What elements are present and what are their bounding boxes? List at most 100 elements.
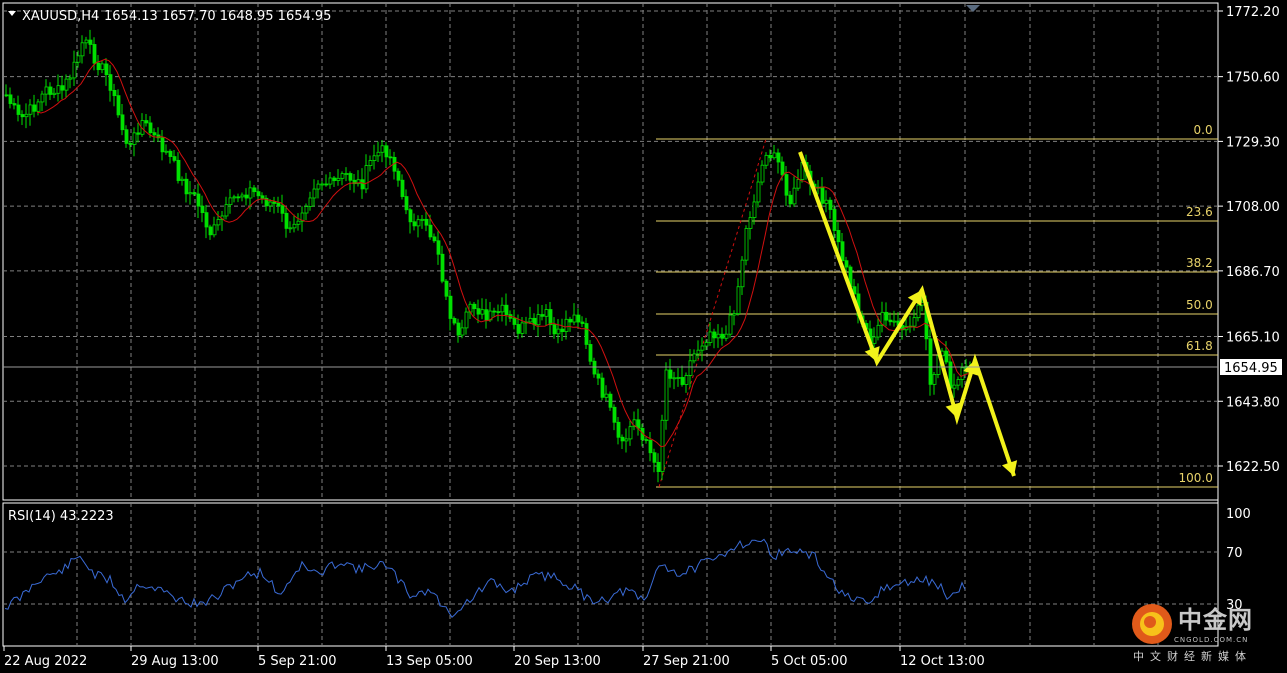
- candle-body: [212, 224, 217, 236]
- price-axis: 1772.20 1750.60 1729.30 1708.00 1686.70 1665.…: [1218, 5, 1280, 475]
- candle-body: [736, 286, 741, 315]
- candle-body: [888, 319, 893, 323]
- candle-body: [340, 173, 345, 179]
- candle-body: [952, 384, 957, 389]
- candle-body: [588, 344, 593, 362]
- candle-body: [192, 192, 197, 195]
- candle-body: [304, 206, 309, 214]
- candle-body: [292, 223, 297, 229]
- current-price-label: 1654.95: [1224, 361, 1278, 376]
- price-tick-label: 1622.50: [1226, 460, 1280, 475]
- fib-level-label: 61.8: [1186, 339, 1213, 353]
- price-tick-label: 1708.00: [1226, 200, 1280, 215]
- brand-tagline: 中文财经新媒体: [1133, 650, 1252, 663]
- candle-body: [624, 438, 629, 442]
- candle-body: [20, 114, 25, 118]
- candle-body: [328, 177, 333, 185]
- candle-body: [444, 280, 449, 297]
- candle-body: [700, 345, 705, 351]
- candle-body: [32, 104, 37, 112]
- candle-body: [36, 101, 41, 112]
- candle-body: [288, 227, 293, 230]
- candle-body: [44, 86, 49, 95]
- candle-body: [52, 92, 57, 95]
- candle-body: [368, 160, 373, 166]
- candle-body: [436, 240, 441, 255]
- fib-level-label: 23.6: [1186, 205, 1213, 219]
- candle-body: [364, 165, 369, 190]
- candle-body: [512, 317, 517, 325]
- candle-body: [928, 338, 933, 385]
- candle-body: [144, 120, 149, 124]
- triangle-down-icon[interactable]: [8, 11, 16, 16]
- candle-body: [124, 129, 129, 144]
- candle-body: [320, 183, 325, 186]
- candle-body: [80, 42, 85, 57]
- candle-body: [740, 259, 745, 288]
- candle-body: [536, 314, 541, 326]
- candle-body: [612, 406, 617, 423]
- candle-body: [128, 143, 133, 145]
- candle-body: [152, 132, 157, 136]
- chart-canvas[interactable]: 0.0 23.6 38.2 50.0 61.8 100.0 XAUUSD,H4 1654.…: [0, 0, 1287, 673]
- candle-body: [528, 317, 533, 323]
- candle-body: [496, 311, 501, 313]
- candle-body: [12, 103, 17, 106]
- candle-body: [884, 311, 889, 321]
- candle-body: [204, 212, 209, 228]
- time-tick-label: 12 Oct 13:00: [900, 654, 985, 669]
- candle-body: [820, 186, 825, 204]
- rsi-tick-label: 70: [1226, 546, 1243, 561]
- candle-body: [720, 333, 725, 339]
- candle-body: [276, 202, 281, 207]
- candle-body: [548, 309, 553, 326]
- time-axis: 22 Aug 2022 29 Aug 13:00 5 Sep 21:00 13 Sep…: [3, 646, 985, 669]
- candle-body: [48, 86, 53, 95]
- brand-name: 中金网: [1178, 606, 1253, 634]
- candle-body: [772, 152, 777, 159]
- candle-body: [108, 74, 113, 91]
- candle-body: [728, 314, 733, 335]
- fib-level-label: 0.0: [1194, 123, 1213, 137]
- candle-body: [132, 132, 137, 145]
- time-tick-label: 5 Oct 05:00: [771, 654, 847, 669]
- candle-body: [208, 226, 213, 236]
- candle-body: [412, 221, 417, 227]
- candle-body: [628, 426, 633, 440]
- candle-body: [616, 421, 621, 438]
- candle-body: [712, 331, 717, 339]
- candle-body: [560, 328, 565, 332]
- time-tick-label: 29 Aug 13:00: [131, 654, 219, 669]
- candle-body: [240, 194, 245, 198]
- time-tick-label: 5 Sep 21:00: [258, 654, 337, 669]
- candle-body: [16, 104, 21, 115]
- candle-body: [568, 318, 573, 323]
- candle-body: [672, 377, 677, 380]
- candle-body: [592, 360, 597, 375]
- candle-body: [416, 219, 421, 227]
- candle-body: [796, 179, 801, 189]
- candle-body: [280, 205, 285, 214]
- candle-body: [564, 318, 569, 332]
- candle-body: [396, 170, 401, 181]
- candle-body: [768, 154, 773, 159]
- candle-body: [876, 324, 881, 338]
- moving-average-line: [36, 58, 970, 448]
- candle-body: [464, 311, 469, 329]
- candle-body: [656, 461, 661, 472]
- price-tick-label: 1772.20: [1226, 5, 1280, 20]
- symbol-label: XAUUSD,H4: [22, 9, 99, 24]
- candle-body: [332, 177, 337, 181]
- candle-body: [576, 314, 581, 323]
- candle-body: [60, 85, 65, 91]
- candle-body: [604, 393, 609, 398]
- candle-body: [232, 196, 237, 199]
- candle-body: [116, 95, 121, 116]
- price-tick-label: 1665.10: [1226, 331, 1280, 346]
- candle-body: [500, 304, 505, 313]
- candle-body: [316, 183, 321, 190]
- candle-body: [360, 179, 365, 190]
- candle-body: [892, 320, 897, 323]
- candle-body: [960, 367, 965, 380]
- candle-body: [668, 369, 673, 379]
